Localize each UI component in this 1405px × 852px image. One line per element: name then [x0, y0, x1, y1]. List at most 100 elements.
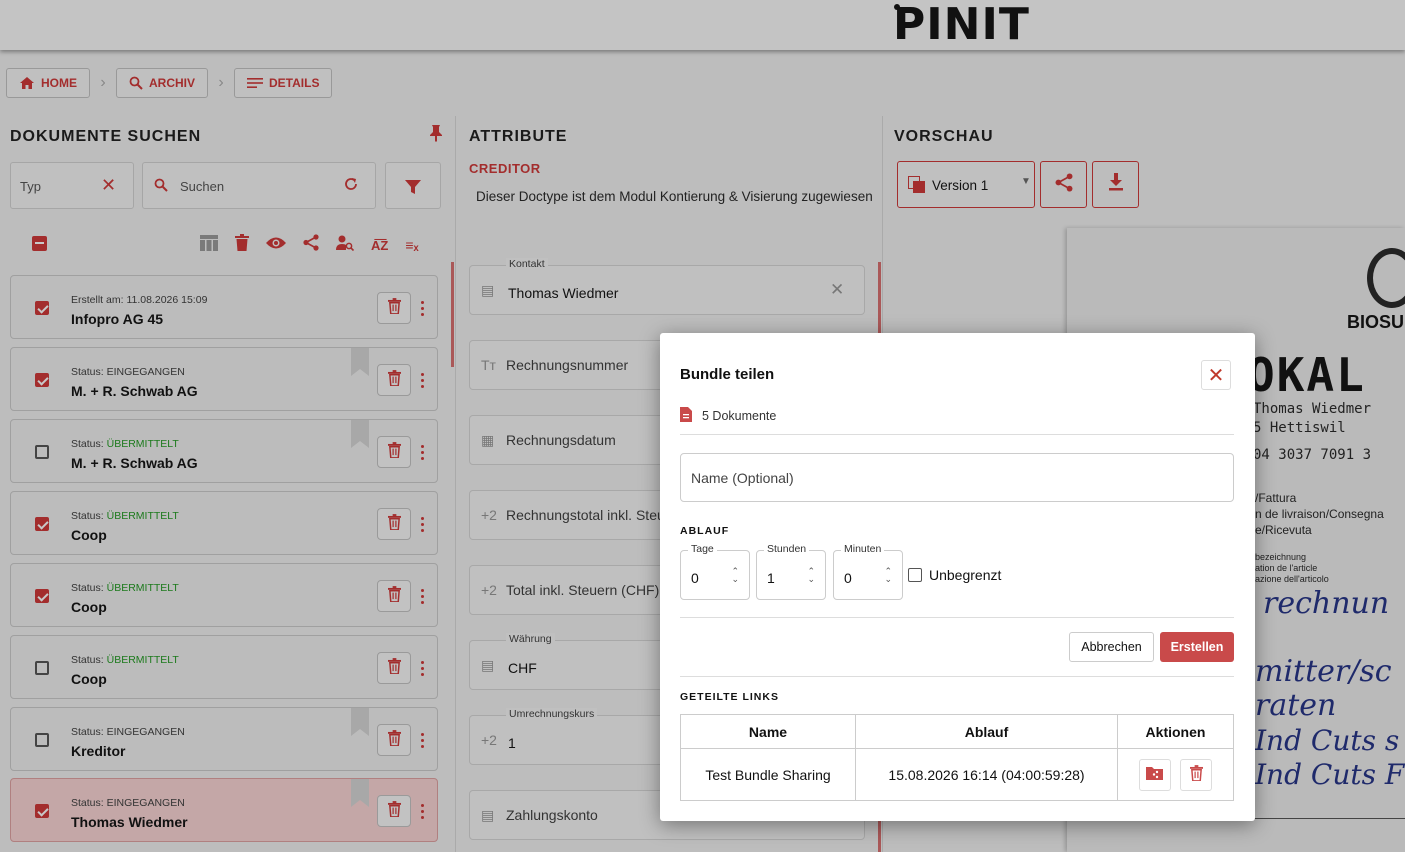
delete-button[interactable] — [377, 508, 411, 540]
hours-label: Stunden — [764, 543, 810, 555]
more-vert-icon[interactable] — [416, 512, 428, 536]
calendar-icon: ▦ — [481, 432, 495, 448]
item-checkbox[interactable] — [35, 589, 49, 603]
list-item[interactable]: Status: ÜBERMITTELT Coop — [10, 491, 438, 555]
list-scrollbar[interactable] — [451, 262, 454, 367]
share-bundle-dialog: Bundle teilen ✕ 5 Dokumente ABLAUF Tage … — [660, 333, 1255, 821]
filter-button[interactable] — [385, 162, 441, 209]
delete-link-button[interactable] — [1180, 758, 1213, 791]
doc-fields: /Fattura n de livraison/Consegna e/Ricev… — [1255, 491, 1384, 537]
list-item[interactable]: Status: EINGEGANGEN M. + R. Schwab AG — [10, 347, 438, 411]
trash-icon[interactable] — [235, 234, 249, 256]
pin-icon[interactable] — [428, 124, 444, 147]
list-item[interactable]: Status: EINGEGANGEN Thomas Wiedmer — [10, 778, 438, 842]
clear-filter-icon[interactable]: ≡ₓ — [405, 237, 418, 253]
select-all-checkbox[interactable] — [32, 236, 47, 251]
delete-button[interactable] — [377, 795, 411, 827]
item-status: Status: ÜBERMITTELT — [71, 438, 179, 450]
item-title: M. + R. Schwab AG — [71, 455, 198, 471]
share-preview-button[interactable] — [1040, 161, 1087, 208]
user-search-icon[interactable] — [336, 235, 355, 256]
columns-icon[interactable] — [200, 234, 218, 256]
eye-icon[interactable] — [266, 236, 286, 255]
more-vert-icon[interactable] — [416, 728, 428, 752]
item-title: Coop — [71, 671, 107, 687]
doc-brand: BIOSU — [1347, 312, 1405, 332]
share-icon[interactable] — [303, 234, 319, 256]
field-placeholder: Zahlungskonto — [506, 807, 598, 823]
stepper-arrows-icon[interactable]: ⌃ ⌄ — [807, 567, 815, 584]
search-icon — [154, 178, 168, 197]
attribute-field[interactable]: ▤ Kontakt Thomas Wiedmer ✕ — [469, 258, 865, 315]
create-button[interactable]: Erstellen — [1160, 632, 1234, 662]
item-title: Thomas Wiedmer — [71, 814, 188, 830]
hours-stepper[interactable]: Stunden 1 ⌃ ⌄ — [756, 543, 826, 600]
bundle-name-input[interactable] — [681, 454, 1233, 501]
bookmark-icon[interactable] — [351, 420, 369, 448]
list-item[interactable]: Status: ÜBERMITTELT M. + R. Schwab AG — [10, 419, 438, 483]
breadcrumb-archiv[interactable]: ARCHIV — [116, 68, 209, 98]
delete-button[interactable] — [377, 724, 411, 756]
more-vert-icon[interactable] — [416, 799, 428, 823]
search-input[interactable]: Suchen — [142, 162, 376, 209]
field-placeholder: Rechnungsnummer — [506, 357, 629, 373]
brand-logo[interactable]: PINIT — [893, 2, 1030, 48]
item-checkbox[interactable] — [35, 373, 49, 387]
field-value: Thomas Wiedmer — [508, 285, 619, 301]
item-checkbox[interactable] — [35, 517, 49, 531]
more-vert-icon[interactable] — [416, 368, 428, 392]
delete-button[interactable] — [377, 292, 411, 324]
close-button[interactable]: ✕ — [1201, 360, 1231, 390]
more-vert-icon[interactable] — [416, 296, 428, 320]
version-select-value: Version 1 — [932, 178, 989, 193]
list-item[interactable]: Status: ÜBERMITTELT Coop — [10, 563, 438, 627]
list-item[interactable]: Status: EINGEGANGEN Kreditor — [10, 707, 438, 771]
delete-button[interactable] — [377, 580, 411, 612]
delete-button[interactable] — [377, 652, 411, 684]
bundle-name-field[interactable] — [680, 453, 1234, 502]
trash-icon — [387, 585, 401, 607]
type-filter-field[interactable]: Typ ✕ — [10, 162, 134, 209]
minutes-value: 0 — [844, 570, 852, 586]
checkbox-icon[interactable] — [908, 568, 922, 582]
breadcrumb-details[interactable]: DETAILS — [234, 68, 333, 98]
cancel-button[interactable]: Abbrechen — [1069, 632, 1154, 662]
column-header-actions: Aktionen — [1117, 714, 1234, 749]
clear-icon[interactable]: ✕ — [101, 175, 116, 196]
download-button[interactable] — [1092, 161, 1139, 208]
more-vert-icon[interactable] — [416, 440, 428, 464]
list-item[interactable]: Status: ÜBERMITTELT Coop — [10, 635, 438, 699]
item-checkbox[interactable] — [35, 661, 49, 675]
list-item[interactable]: Erstellt am: 11.08.2026 15:09 Infopro AG … — [10, 275, 438, 339]
copy-icon — [908, 176, 926, 199]
bookmark-icon[interactable] — [351, 779, 369, 807]
refresh-icon[interactable] — [343, 176, 359, 197]
doc-handwriting: mitter/sc — [1255, 654, 1392, 689]
open-folder-button[interactable] — [1138, 758, 1171, 791]
breadcrumb-details-label: DETAILS — [269, 76, 320, 90]
days-stepper[interactable]: Tage 0 ⌃ ⌄ — [680, 543, 750, 600]
version-select[interactable]: Version 1 ▼ — [897, 161, 1035, 208]
minutes-stepper[interactable]: Minuten 0 ⌃ ⌄ — [833, 543, 903, 600]
stepper-arrows-icon[interactable]: ⌃ ⌄ — [884, 567, 892, 584]
clear-icon[interactable]: ✕ — [830, 280, 844, 300]
item-checkbox[interactable] — [35, 301, 49, 315]
bookmark-icon[interactable] — [351, 708, 369, 736]
sort-az-icon[interactable]: A͞Z — [371, 238, 388, 253]
bookmark-icon[interactable] — [351, 348, 369, 376]
delete-button[interactable] — [377, 364, 411, 396]
item-checkbox[interactable] — [35, 445, 49, 459]
item-checkbox[interactable] — [35, 733, 49, 747]
more-vert-icon[interactable] — [416, 656, 428, 680]
item-checkbox[interactable] — [35, 804, 49, 818]
field-value: 1 — [508, 735, 516, 751]
item-title: M. + R. Schwab AG — [71, 383, 198, 399]
item-title: Coop — [71, 527, 107, 543]
unlimited-checkbox[interactable]: Unbegrenzt — [908, 567, 1001, 583]
document-count: 5 Dokumente — [680, 407, 776, 425]
attributes-panel-title: ATTRIBUTE — [469, 128, 568, 145]
delete-button[interactable] — [377, 436, 411, 468]
breadcrumb-home[interactable]: HOME — [6, 68, 90, 98]
stepper-arrows-icon[interactable]: ⌃ ⌄ — [731, 567, 739, 584]
more-vert-icon[interactable] — [416, 584, 428, 608]
